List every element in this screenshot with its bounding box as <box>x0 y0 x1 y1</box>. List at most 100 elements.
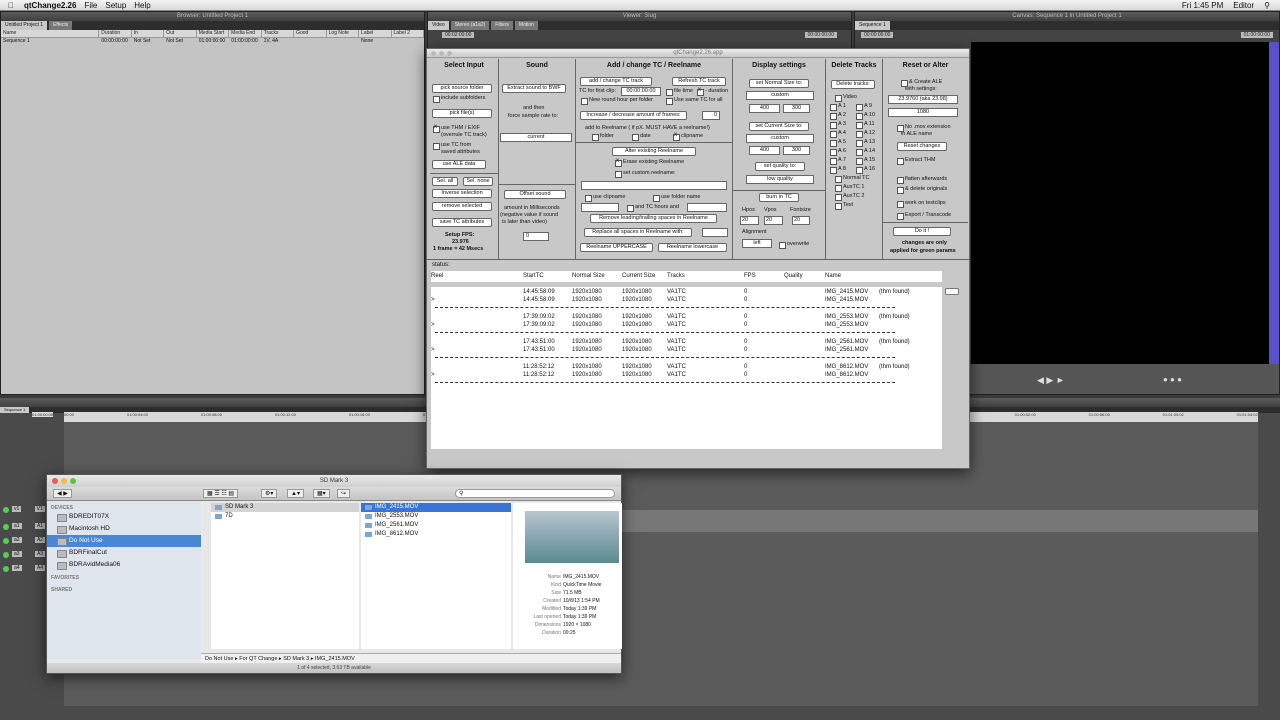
sidebar-item-device[interactable]: BDREDIT07X <box>47 511 201 523</box>
normal-tc-checkbox[interactable]: Normal TC <box>835 175 870 183</box>
track-a9-checkbox[interactable]: A 9 <box>856 103 872 111</box>
col-name[interactable]: Name <box>1 30 100 37</box>
col-label[interactable]: Label <box>359 30 392 37</box>
tab-timeline-sequence[interactable]: Sequence 1 <box>0 407 30 413</box>
tc-hours-checkbox[interactable]: and TC hours and <box>627 204 679 212</box>
custom-reelname-checkbox[interactable]: set custom reelname: <box>615 170 676 178</box>
reel-prefix-field[interactable] <box>581 203 619 212</box>
track-visibility-icon[interactable] <box>3 524 9 530</box>
increase-decrease-button[interactable]: Increase / decrease amount of frames: <box>580 111 687 120</box>
action-gear-icon[interactable]: ⚙▾ <box>261 489 278 498</box>
replace-spaces-button[interactable]: Replace all spaces in Reelname with: <box>584 228 692 237</box>
zoom-icon[interactable] <box>70 478 76 484</box>
tab-sequence[interactable]: Sequence 1 <box>855 21 890 30</box>
current-height-field[interactable]: 300 <box>783 146 810 155</box>
arrange-icon[interactable]: ▦▾ <box>313 489 330 498</box>
track-dest[interactable]: A2 <box>34 537 46 543</box>
auxtc2-checkbox[interactable]: AuxTC 2 <box>835 193 864 201</box>
use-thm-exif-checkbox[interactable]: use THM / EXIF <box>433 124 480 133</box>
path-item[interactable]: Do Not Use <box>205 656 233 662</box>
track-a8-checkbox[interactable]: A 8 <box>830 166 846 174</box>
create-ale-checkbox[interactable]: & Create ALE <box>901 79 942 87</box>
tab-motion[interactable]: Motion <box>514 21 538 30</box>
use-folder-checkbox[interactable]: use folder name <box>653 194 700 202</box>
user-menu[interactable]: Editor <box>1233 1 1254 10</box>
track-a12-checkbox[interactable]: A 12 <box>856 130 875 138</box>
track-dest[interactable]: A3 <box>34 551 46 557</box>
track-visibility-icon[interactable] <box>3 552 9 558</box>
share-icon[interactable]: ▲▾ <box>287 489 304 498</box>
col-duration[interactable]: Duration <box>99 30 132 37</box>
transport-mark-icon[interactable]: ● ● ● <box>1163 375 1182 384</box>
sidebar-item-device[interactable]: Macintosh HD <box>47 523 201 535</box>
close-icon[interactable] <box>52 478 58 484</box>
auxtc1-checkbox[interactable]: AuxTC 1 <box>835 184 864 192</box>
track-a10-checkbox[interactable]: A 10 <box>856 112 875 120</box>
reel-suffix-field[interactable] <box>687 203 727 212</box>
alter-reelname-button[interactable]: Alter existing Reelname <box>612 147 696 156</box>
select-all-button[interactable]: Sel. all <box>432 177 458 186</box>
delete-tracks-button[interactable]: Delete tracks: <box>831 80 875 89</box>
no-mov-extension-checkbox[interactable]: No .mov extension <box>897 124 951 132</box>
track-a1-checkbox[interactable]: A 1 <box>830 103 846 111</box>
track-a7-checkbox[interactable]: A 7 <box>830 157 846 165</box>
video-track-checkbox[interactable]: Video <box>835 94 857 102</box>
back-forward-icon[interactable]: ◀ ▶ <box>53 489 72 498</box>
file-item-selected[interactable]: IMG_2415.MOV <box>361 503 511 512</box>
use-tc-saved-checkbox[interactable]: use TC from <box>433 142 471 150</box>
track-a15-checkbox[interactable]: A 15 <box>856 157 875 165</box>
search-field[interactable]: ⚲ <box>455 489 615 498</box>
track-source[interactable]: a2 <box>12 537 22 543</box>
pick-files-button[interactable]: pick file(s) <box>432 109 492 118</box>
zoom-icon[interactable] <box>447 51 452 56</box>
sidebar-item-device[interactable]: BDRFinalCut <box>47 547 201 559</box>
duration-checkbox[interactable]: - duration <box>697 87 728 96</box>
close-icon[interactable] <box>431 51 436 56</box>
tab-stereo[interactable]: Stereo (a1a2) <box>450 21 490 30</box>
vpos-field[interactable]: 20 <box>764 216 783 225</box>
fontsize-field[interactable]: 20 <box>792 216 810 225</box>
apple-icon[interactable]:  <box>8 1 14 10</box>
tags-icon[interactable]: ↪ <box>337 489 351 498</box>
reelname-uppercase-button[interactable]: Reelname UPPERCASE <box>580 243 653 252</box>
track-a6-checkbox[interactable]: A 6 <box>830 148 846 156</box>
minimize-icon[interactable] <box>61 478 67 484</box>
normal-width-field[interactable]: 400 <box>749 104 780 113</box>
include-subfolders-checkbox[interactable]: include subfolders <box>433 95 485 103</box>
text-track-checkbox[interactable]: Text <box>835 202 853 210</box>
menu-setup[interactable]: Setup <box>105 1 126 10</box>
timeline-tc[interactable]: 01:00:00:00 <box>32 412 54 417</box>
first-clip-tc-field[interactable]: 00:00:00:00 <box>621 87 661 96</box>
path-item[interactable]: SD Mark 3 <box>283 656 309 662</box>
current-size-select[interactable]: custom <box>746 134 814 143</box>
track-source[interactable]: a3 <box>12 551 22 557</box>
reelname-lowercase-button[interactable]: Reelname lowercase <box>658 243 727 252</box>
do-it-button[interactable]: Do it ! <box>893 227 951 236</box>
file-time-checkbox[interactable]: file time <box>666 88 693 96</box>
tab-video[interactable]: Video <box>428 21 449 30</box>
track-visibility-icon[interactable] <box>3 507 9 513</box>
file-item[interactable]: IMG_2553.MOV <box>361 512 511 521</box>
remove-spaces-button[interactable]: Remove leading/trailing spaces in Reelna… <box>590 214 717 223</box>
video-thumbnail[interactable] <box>525 511 619 563</box>
tab-project[interactable]: Untitled Project 1 <box>1 21 48 30</box>
quality-select[interactable]: low quality <box>746 175 814 184</box>
track-a13-checkbox[interactable]: A 13 <box>856 139 875 147</box>
tab-filters[interactable]: Filters <box>491 21 513 30</box>
current-width-field[interactable]: 400 <box>749 146 780 155</box>
use-ale-data-button[interactable]: use ALE data <box>432 160 486 169</box>
set-normal-size-button[interactable]: set Normal Size to: <box>749 79 809 88</box>
reset-changes-button[interactable]: Reset changes <box>897 142 947 151</box>
select-none-button[interactable]: Sel. none <box>463 177 493 186</box>
new-round-hour-checkbox[interactable]: New round hour per folder <box>581 97 653 105</box>
track-dest[interactable]: V1 <box>34 506 45 512</box>
col-media-end[interactable]: Media End <box>229 30 262 37</box>
ale-fps-select[interactable]: 23.9760 (aka 23.98) <box>888 95 958 104</box>
favorites-label[interactable]: FAVORITES <box>47 575 201 581</box>
set-current-size-button[interactable]: set Current Size to: <box>749 122 809 131</box>
col-in[interactable]: In <box>132 30 165 37</box>
offset-sound-button[interactable]: Offset sound <box>504 190 566 199</box>
canvas-current-tc[interactable]: 01:00:00:00 <box>1240 32 1273 38</box>
track-a16-checkbox[interactable]: A 16 <box>856 166 875 174</box>
shared-label[interactable]: SHARED <box>47 587 201 593</box>
